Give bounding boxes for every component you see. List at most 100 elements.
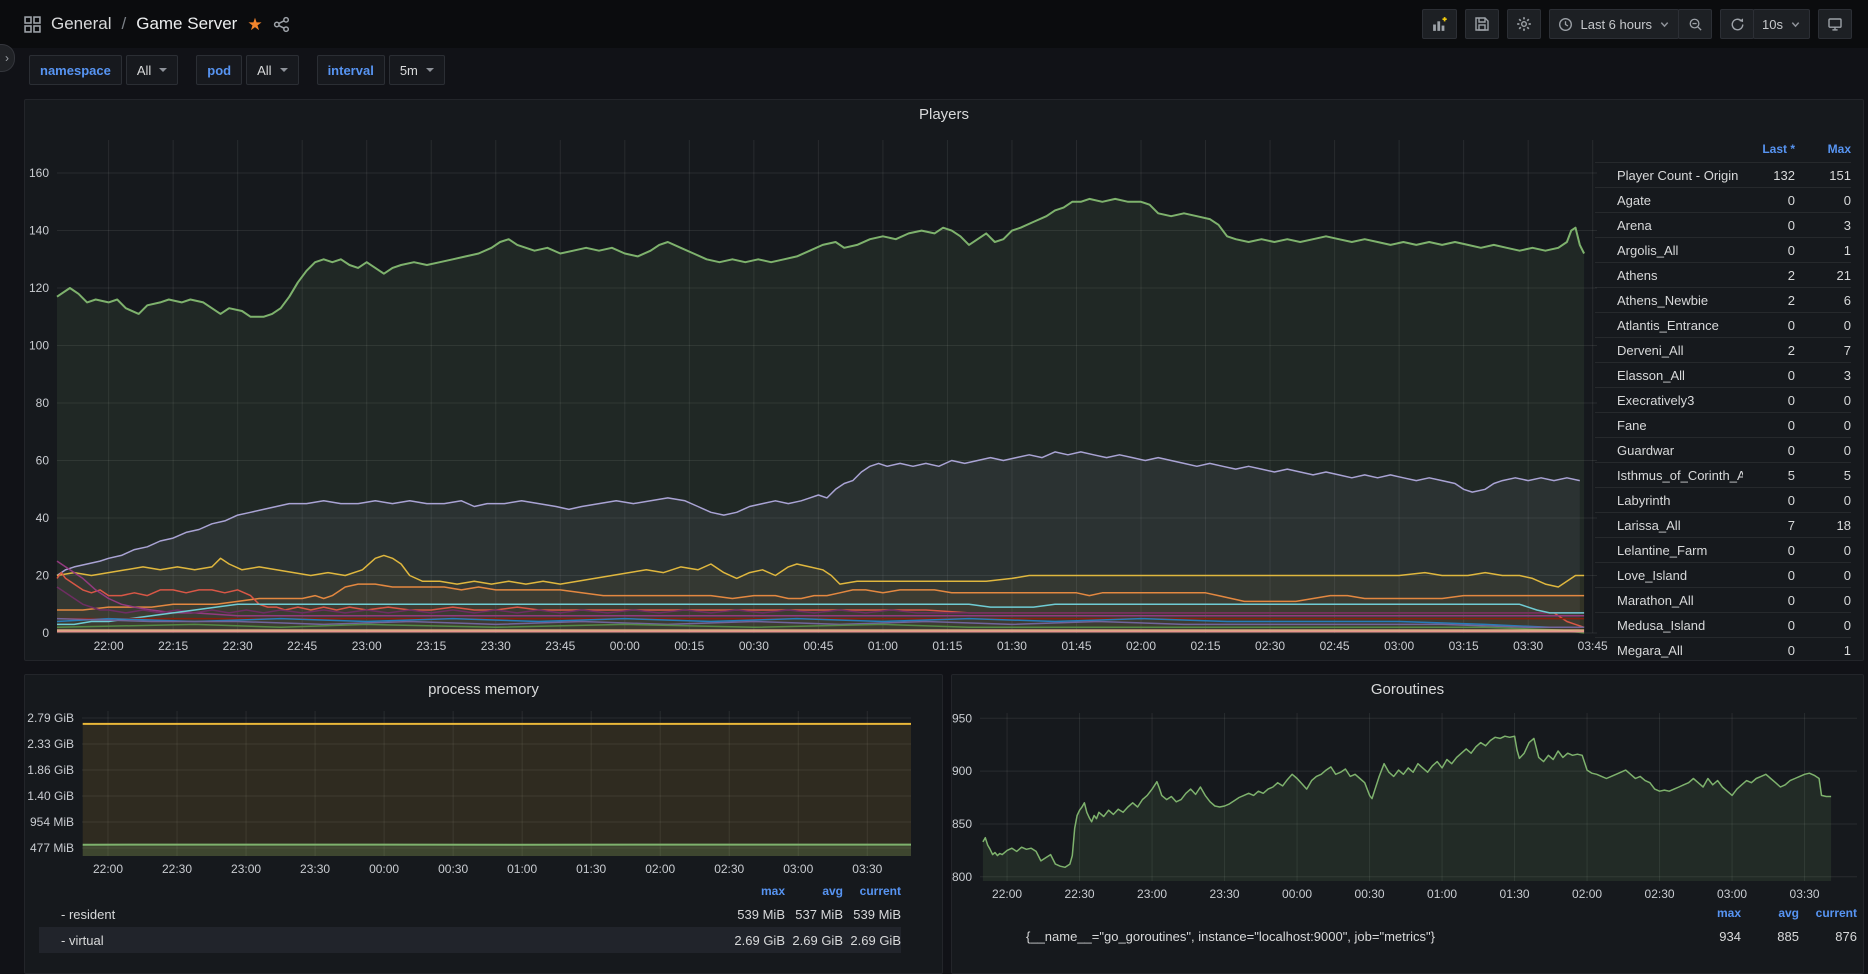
breadcrumb-section[interactable]: General bbox=[51, 14, 111, 34]
legend-series-label[interactable]: Execratively3 bbox=[1615, 393, 1743, 408]
legend-series-label[interactable]: Megara_All bbox=[1615, 643, 1743, 658]
legend-column-avg[interactable]: avg bbox=[1741, 906, 1799, 920]
legend-row[interactable]: Medusa_Island00 bbox=[1595, 612, 1851, 637]
cycle-view-mode-button[interactable] bbox=[1818, 9, 1852, 39]
legend-row[interactable]: Atlantis_Entrance00 bbox=[1595, 312, 1851, 337]
legend-series-label[interactable]: {__name__="go_goroutines", instance="loc… bbox=[1024, 929, 1683, 944]
legend-row[interactable]: Megara_All01 bbox=[1595, 637, 1851, 661]
legend-row[interactable]: - virtual2.69 GiB2.69 GiB2.69 GiB bbox=[39, 927, 901, 953]
legend-column-max[interactable]: max bbox=[727, 884, 785, 898]
legend-series-label[interactable]: Athens bbox=[1615, 268, 1743, 283]
legend-last-value: 0 bbox=[1743, 618, 1795, 633]
legend-series-label[interactable]: Agate bbox=[1615, 193, 1743, 208]
legend-series-label[interactable]: Labyrinth bbox=[1615, 493, 1743, 508]
svg-text:23:30: 23:30 bbox=[481, 639, 511, 653]
svg-text:02:15: 02:15 bbox=[1191, 639, 1221, 653]
variable-pod-label[interactable]: pod bbox=[196, 55, 242, 85]
chevron-down-icon bbox=[159, 68, 167, 72]
legend-column-current[interactable]: current bbox=[1799, 906, 1857, 920]
legend-max-value: 3 bbox=[1795, 368, 1851, 383]
variable-pod-value-dropdown[interactable]: All bbox=[246, 55, 298, 85]
legend-row[interactable]: Lelantine_Farm00 bbox=[1595, 537, 1851, 562]
save-dashboard-button[interactable] bbox=[1465, 9, 1499, 39]
legend-row[interactable]: Derveni_All27 bbox=[1595, 337, 1851, 362]
sidebar-expand-chevron-icon[interactable]: › bbox=[0, 44, 15, 72]
share-icon[interactable] bbox=[273, 16, 290, 33]
legend-column-current[interactable]: current bbox=[843, 884, 901, 898]
legend-column-max[interactable]: Max bbox=[1795, 142, 1851, 156]
process-memory-chart[interactable]: 477 MiB954 MiB1.40 GiB1.86 GiB2.33 GiB2.… bbox=[25, 675, 942, 879]
dashboard-settings-button[interactable] bbox=[1507, 9, 1541, 39]
legend-series-label[interactable]: Atlantis_Entrance bbox=[1615, 318, 1743, 333]
variable-namespace-label[interactable]: namespace bbox=[29, 55, 122, 85]
legend-row[interactable]: Fane00 bbox=[1595, 412, 1851, 437]
time-range-picker-button[interactable]: Last 6 hours bbox=[1549, 9, 1679, 39]
legend-series-label[interactable]: - resident bbox=[59, 907, 727, 922]
legend-row[interactable]: Isthmus_of_Corinth_All55 bbox=[1595, 462, 1851, 487]
chevron-down-icon bbox=[1659, 19, 1670, 30]
legend-series-label[interactable]: Player Count - Origin bbox=[1615, 168, 1743, 183]
legend-series-label[interactable]: - virtual bbox=[59, 933, 727, 948]
legend-row[interactable]: {__name__="go_goroutines", instance="loc… bbox=[1004, 923, 1857, 949]
legend-row[interactable]: - resident539 MiB537 MiB539 MiB bbox=[39, 901, 901, 927]
clock-icon bbox=[1558, 17, 1573, 32]
legend-series-label[interactable]: Isthmus_of_Corinth_All bbox=[1615, 468, 1743, 483]
variable-namespace-value-dropdown[interactable]: All bbox=[126, 55, 178, 85]
legend-series-label[interactable]: Fane bbox=[1615, 418, 1743, 433]
legend-max-value: 0 bbox=[1795, 193, 1851, 208]
legend-row[interactable]: Love_Island00 bbox=[1595, 562, 1851, 587]
legend-row[interactable]: Argolis_All01 bbox=[1595, 237, 1851, 262]
dashboards-grid-icon[interactable] bbox=[24, 16, 41, 33]
legend-series-label[interactable]: Medusa_Island bbox=[1615, 618, 1743, 633]
svg-text:40: 40 bbox=[36, 511, 50, 525]
svg-text:22:00: 22:00 bbox=[94, 639, 124, 653]
legend-max-value: 0 bbox=[1795, 593, 1851, 608]
svg-text:140: 140 bbox=[29, 224, 49, 238]
players-time-series-chart[interactable]: 02040608010012014016022:0022:1522:3022:4… bbox=[25, 100, 1863, 660]
legend-series-label[interactable]: Marathon_All bbox=[1615, 593, 1743, 608]
legend-series-label[interactable]: Larissa_All bbox=[1615, 518, 1743, 533]
variable-pod: pod All bbox=[196, 55, 298, 85]
legend-series-label[interactable]: Love_Island bbox=[1615, 568, 1743, 583]
legend-series-label[interactable]: Argolis_All bbox=[1615, 243, 1743, 258]
legend-column-last[interactable]: Last * bbox=[1743, 142, 1795, 156]
legend-row[interactable]: Elasson_All03 bbox=[1595, 362, 1851, 387]
legend-avg-value: 885 bbox=[1741, 929, 1799, 944]
legend-row[interactable]: Agate00 bbox=[1595, 187, 1851, 212]
goroutines-legend-rows: {__name__="go_goroutines", instance="loc… bbox=[1004, 923, 1857, 949]
svg-text:02:30: 02:30 bbox=[1255, 639, 1285, 653]
legend-row[interactable]: Larissa_All718 bbox=[1595, 512, 1851, 537]
legend-column-avg[interactable]: avg bbox=[785, 884, 843, 898]
legend-row[interactable]: Labyrinth00 bbox=[1595, 487, 1851, 512]
legend-series-label[interactable]: Athens_Newbie bbox=[1615, 293, 1743, 308]
legend-row[interactable]: Athens221 bbox=[1595, 262, 1851, 287]
legend-series-label[interactable]: Guardwar bbox=[1615, 443, 1743, 458]
legend-last-value: 0 bbox=[1743, 193, 1795, 208]
legend-row[interactable]: Arena03 bbox=[1595, 212, 1851, 237]
svg-text:03:00: 03:00 bbox=[783, 862, 813, 876]
refresh-interval-dropdown[interactable]: 10s bbox=[1753, 9, 1810, 39]
legend-row[interactable]: Marathon_All00 bbox=[1595, 587, 1851, 612]
legend-max-value: 5 bbox=[1795, 468, 1851, 483]
goroutines-chart[interactable]: 80085090095022:0022:3023:0023:3000:0000:… bbox=[952, 675, 1863, 901]
legend-max-value: 7 bbox=[1795, 343, 1851, 358]
variable-interval-value-dropdown[interactable]: 5m bbox=[389, 55, 445, 85]
zoom-out-time-button[interactable] bbox=[1678, 9, 1712, 39]
add-panel-button[interactable] bbox=[1422, 9, 1457, 39]
legend-series-label[interactable]: Arena bbox=[1615, 218, 1743, 233]
legend-column-max[interactable]: max bbox=[1683, 906, 1741, 920]
legend-max-value: 1 bbox=[1795, 643, 1851, 658]
refresh-button[interactable] bbox=[1720, 9, 1754, 39]
legend-row[interactable]: Guardwar00 bbox=[1595, 437, 1851, 462]
breadcrumb-page-title[interactable]: Game Server bbox=[136, 14, 237, 34]
legend-series-label[interactable]: Lelantine_Farm bbox=[1615, 543, 1743, 558]
legend-row[interactable]: Execratively300 bbox=[1595, 387, 1851, 412]
legend-row[interactable]: Athens_Newbie26 bbox=[1595, 287, 1851, 312]
legend-series-label[interactable]: Elasson_All bbox=[1615, 368, 1743, 383]
dashboard-variables-row: namespace All pod All interval 5m bbox=[29, 55, 445, 85]
legend-row[interactable]: Player Count - Origin132151 bbox=[1595, 162, 1851, 187]
svg-text:01:00: 01:00 bbox=[1427, 887, 1457, 901]
variable-interval-label[interactable]: interval bbox=[317, 55, 385, 85]
favorite-star-icon[interactable]: ★ bbox=[247, 16, 262, 33]
legend-series-label[interactable]: Derveni_All bbox=[1615, 343, 1743, 358]
